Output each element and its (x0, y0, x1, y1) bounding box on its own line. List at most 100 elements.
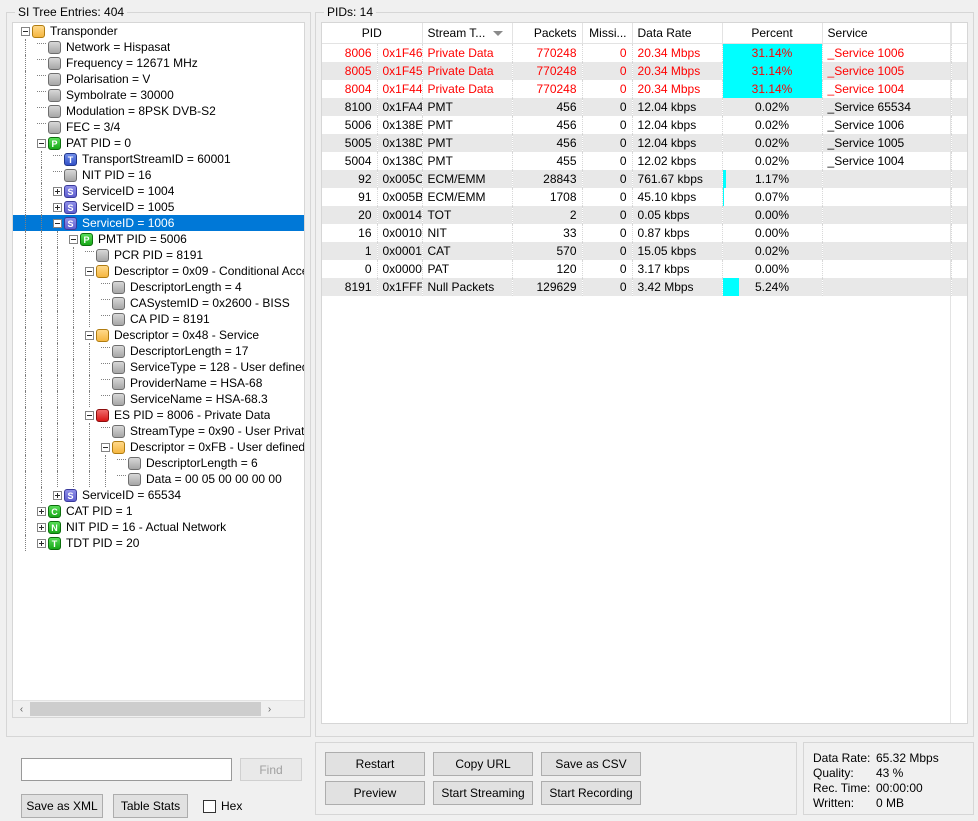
leaf-node-icon (48, 104, 61, 118)
tree-node[interactable]: ServiceName = HSA-68.3 (13, 391, 304, 407)
tree-node[interactable]: Network = Hispasat (13, 39, 304, 55)
table-row[interactable]: 8100 0x1FA4 PMT 456 0 12.04 kbps 0.02% _Service… (322, 98, 967, 116)
cell-percent: 0.00% (722, 206, 823, 224)
tree-node[interactable]: ES PID = 8006 - Private Data (13, 407, 304, 423)
column-header-percent[interactable]: Percent (722, 23, 823, 44)
tree-guide-line (73, 279, 75, 295)
table-row[interactable]: 20 0x0014 TOT 2 0 0.05 kbps 0.00% (322, 206, 967, 224)
expand-icon[interactable] (37, 506, 46, 516)
tree-node[interactable]: DescriptorLength = 4 (13, 279, 304, 295)
tree-node[interactable]: StreamType = 0x90 - User Private Data (13, 423, 304, 439)
column-header-missing[interactable]: Missi... (582, 23, 633, 44)
preview-button[interactable]: Preview (325, 781, 425, 805)
collapse-icon[interactable] (85, 266, 94, 276)
tree-node[interactable]: Frequency = 12671 MHz (13, 55, 304, 71)
scrollbar-thumb[interactable] (30, 702, 261, 716)
tree-node[interactable]: DescriptorLength = 6 (13, 455, 304, 471)
collapse-icon[interactable] (85, 410, 94, 420)
si-tree-view[interactable]: Transponder Network = Hispasat Frequency =… (12, 22, 305, 718)
scroll-right-icon[interactable]: › (261, 701, 278, 717)
column-header-packets[interactable]: Packets (512, 23, 583, 44)
column-header-data-rate[interactable]: Data Rate (632, 23, 723, 44)
tree-node[interactable]: ProviderName = HSA-68 (13, 375, 304, 391)
table-row[interactable]: 8006 0x1F46 Private Data 770248 0 20.34 Mbps 3… (322, 43, 967, 62)
table-row[interactable]: 5005 0x138D PMT 456 0 12.04 kbps 0.02% _Service… (322, 134, 967, 152)
expand-icon[interactable] (53, 490, 62, 500)
collapse-icon[interactable] (53, 218, 62, 228)
hex-checkbox[interactable] (203, 799, 216, 813)
tree-node[interactable]: T TDT PID = 20 (13, 535, 304, 551)
table-row[interactable]: 1 0x0001 CAT 570 0 15.05 kbps 0.02% (322, 242, 967, 260)
collapse-icon[interactable] (101, 442, 110, 452)
tree-node[interactable]: P PAT PID = 0 (13, 135, 304, 151)
column-header-stream-type[interactable]: Stream T... (422, 23, 513, 44)
table-stats-button[interactable]: Table Stats (113, 794, 188, 818)
scroll-left-icon[interactable]: ‹ (13, 701, 30, 717)
tree-guide-line (25, 71, 27, 87)
tree-node[interactable]: Descriptor = 0xFB - User defined (13, 439, 304, 455)
table-row[interactable]: 8191 0x1FFF Null Packets 129629 0 3.42 Mbps 5.… (322, 278, 967, 296)
tree-node[interactable]: Symbolrate = 30000 (13, 87, 304, 103)
collapse-icon[interactable] (21, 26, 30, 36)
expand-icon[interactable] (53, 202, 62, 212)
cell-percent: 0.02% (722, 152, 823, 170)
table-row[interactable]: 91 0x005B ECM/EMM 1708 0 45.10 kbps 0.07% (322, 188, 967, 206)
copy-url-button[interactable]: Copy URL (433, 752, 533, 776)
tree-node[interactable]: DescriptorLength = 17 (13, 343, 304, 359)
tdt-table-icon: T (48, 536, 61, 550)
table-row[interactable]: 0 0x0000 PAT 120 0 3.17 kbps 0.00% (322, 260, 967, 278)
tree-node[interactable]: ServiceType = 128 - User defined (13, 359, 304, 375)
tree-node[interactable]: Descriptor = 0x48 - Service (13, 327, 304, 343)
start-streaming-button[interactable]: Start Streaming (433, 781, 533, 805)
cell-service (822, 224, 952, 242)
cell-service: _Service 1004 (822, 152, 952, 170)
expand-icon[interactable] (37, 522, 46, 532)
tree-guide-line (73, 439, 75, 455)
table-row[interactable]: 8004 0x1F44 Private Data 770248 0 20.34 Mbps 3… (322, 80, 967, 98)
column-header-service[interactable]: Service (822, 23, 952, 44)
table-row[interactable]: 8005 0x1F45 Private Data 770248 0 20.34 Mbps 3… (322, 62, 967, 80)
tree-horizontal-scrollbar[interactable]: ‹ › (13, 700, 304, 717)
expand-icon[interactable] (53, 186, 62, 196)
tree-node[interactable]: FEC = 3/4 (13, 119, 304, 135)
start-recording-button[interactable]: Start Recording (541, 781, 641, 805)
tree-node[interactable]: NIT PID = 16 (13, 167, 304, 183)
tree-node[interactable]: C CAT PID = 1 (13, 503, 304, 519)
collapse-icon[interactable] (69, 234, 78, 244)
tree-node-label: TDT PID = 20 (66, 536, 140, 550)
tree-node[interactable]: PCR PID = 8191 (13, 247, 304, 263)
tree-node[interactable]: CASystemID = 0x2600 - BISS (13, 295, 304, 311)
restart-button[interactable]: Restart (325, 752, 425, 776)
tree-node[interactable]: Transponder (13, 23, 304, 39)
table-row[interactable]: 5006 0x138E PMT 456 0 12.04 kbps 0.02% _Service… (322, 116, 967, 134)
tree-node[interactable]: Descriptor = 0x09 - Conditional Access (13, 263, 304, 279)
tree-node[interactable]: T TransportStreamID = 60001 (13, 151, 304, 167)
tree-node[interactable]: Polarisation = V (13, 71, 304, 87)
tree-node[interactable]: S ServiceID = 1006 (13, 215, 304, 231)
tree-node[interactable]: S ServiceID = 1004 (13, 183, 304, 199)
find-input[interactable] (21, 758, 232, 781)
tree-node[interactable]: N NIT PID = 16 - Actual Network (13, 519, 304, 535)
table-row[interactable]: 5004 0x138C PMT 455 0 12.02 kbps 0.02% _Service… (322, 152, 967, 170)
save-as-xml-button[interactable]: Save as XML (21, 794, 103, 818)
tree-node[interactable]: CA PID = 8191 (13, 311, 304, 327)
status-quality: Quality: 43 % (813, 766, 903, 781)
tree-node[interactable]: Modulation = 8PSK DVB-S2 (13, 103, 304, 119)
tree-node[interactable]: P PMT PID = 5006 (13, 231, 304, 247)
save-as-csv-button[interactable]: Save as CSV (541, 752, 641, 776)
collapse-icon[interactable] (37, 138, 46, 148)
sort-descending-icon (493, 31, 504, 37)
expand-icon[interactable] (37, 538, 46, 548)
hex-checkbox-group[interactable]: Hex (203, 794, 242, 818)
tree-node[interactable]: Data = 00 05 00 00 00 00 (13, 471, 304, 487)
tree-node[interactable]: S ServiceID = 65534 (13, 487, 304, 503)
table-row[interactable]: 16 0x0010 NIT 33 0 0.87 kbps 0.00% (322, 224, 967, 242)
table-row[interactable]: 92 0x005C ECM/EMM 28843 0 761.67 kbps 1.17% (322, 170, 967, 188)
tree-guide-line (89, 471, 91, 487)
column-header-pid[interactable]: PID (322, 23, 423, 44)
pid-table[interactable]: PID Stream T... Packets Missi... Data Ra… (321, 22, 968, 724)
tree-node-label: PCR PID = 8191 (114, 248, 204, 262)
collapse-icon[interactable] (85, 330, 94, 340)
tree-node[interactable]: S ServiceID = 1005 (13, 199, 304, 215)
find-button[interactable]: Find (240, 758, 302, 781)
